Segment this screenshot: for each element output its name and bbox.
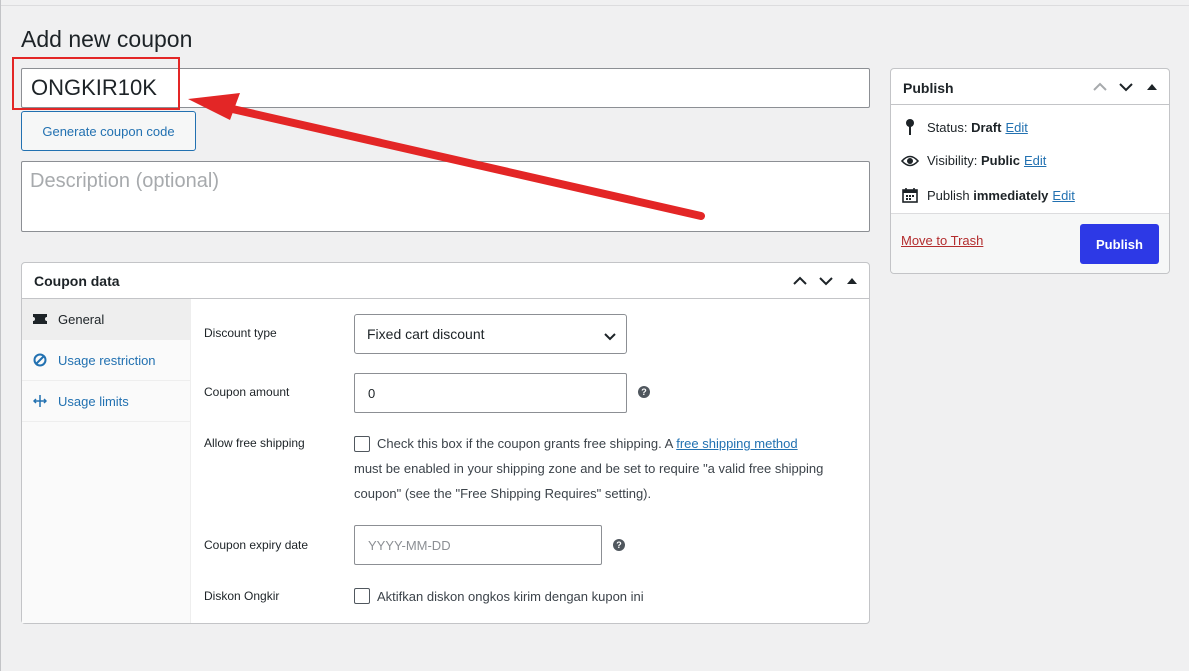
tab-usage-restriction[interactable]: Usage restriction [22, 340, 190, 381]
schedule-label: Publish [927, 187, 970, 203]
diskon-ongkir-text: Aktifkan diskon ongkos kirim dengan kupo… [377, 589, 644, 604]
move-down-icon[interactable] [1115, 77, 1137, 97]
description-field[interactable] [21, 161, 870, 232]
free-shipping-desc: Check this box if the coupon grants free… [377, 436, 673, 451]
calendar-icon [901, 187, 919, 203]
diskon-ongkir-checkbox[interactable] [354, 588, 370, 604]
coupon-code-input[interactable] [21, 68, 870, 108]
coupon-data-header: Coupon data [22, 263, 869, 299]
move-up-icon[interactable] [1089, 77, 1111, 97]
visibility-label: Visibility: [927, 153, 978, 168]
coupon-amount-label: Coupon amount [204, 385, 290, 399]
status-row: Status: Draft Edit [901, 119, 1028, 135]
chevron-down-icon [604, 328, 616, 344]
edit-schedule-link[interactable]: Edit [1052, 188, 1074, 203]
free-shipping-label: Allow free shipping [204, 436, 305, 450]
collapse-toggle-icon[interactable] [841, 271, 863, 291]
publish-title: Publish [903, 80, 954, 96]
free-shipping-text-1: Check this box if the coupon grants free… [377, 431, 798, 456]
eye-icon [901, 155, 919, 167]
edit-status-link[interactable]: Edit [1005, 120, 1027, 135]
tab-general[interactable]: General [22, 299, 190, 340]
publish-controls [1089, 77, 1163, 97]
tab-label: General [58, 311, 105, 327]
diskon-ongkir-label: Diskon Ongkir [204, 589, 280, 603]
discount-type-select[interactable]: Fixed cart discount [354, 314, 627, 354]
ticket-icon [32, 311, 48, 327]
coupon-data-title: Coupon data [34, 273, 120, 289]
generate-coupon-code-button[interactable]: Generate coupon code [21, 111, 196, 151]
publish-actions: Move to Trash Publish [891, 213, 1169, 273]
edit-visibility-link[interactable]: Edit [1024, 153, 1046, 168]
page-title: Add new coupon [21, 26, 193, 52]
free-shipping-method-link[interactable]: free shipping method [676, 436, 797, 451]
limits-icon [32, 393, 48, 409]
tab-label: Usage restriction [58, 352, 156, 368]
discount-type-label: Discount type [204, 326, 277, 340]
move-up-icon[interactable] [789, 271, 811, 291]
pin-icon [901, 119, 919, 135]
move-down-icon[interactable] [815, 271, 837, 291]
publish-button[interactable]: Publish [1080, 224, 1159, 264]
tab-label: Usage limits [58, 393, 129, 409]
move-to-trash-link[interactable]: Move to Trash [901, 233, 983, 248]
help-icon[interactable]: ? [638, 386, 650, 398]
expiry-date-label: Coupon expiry date [204, 538, 309, 552]
free-shipping-text-3: coupon" (see the "Free Shipping Requires… [354, 486, 652, 501]
ban-icon [32, 352, 48, 368]
free-shipping-checkbox[interactable] [354, 436, 370, 452]
schedule-row: Publish immediately Edit [901, 187, 1075, 203]
expiry-date-input[interactable] [354, 525, 602, 565]
left-edge [0, 0, 1, 671]
status-label: Status: [927, 119, 968, 135]
collapse-toggle-icon[interactable] [1141, 77, 1163, 97]
schedule-value: immediately [973, 187, 1049, 203]
top-divider [0, 5, 1189, 6]
publish-header: Publish [891, 69, 1169, 105]
coupon-data-tabs: General Usage restriction Usage limits [22, 299, 191, 623]
coupon-amount-input[interactable] [354, 373, 627, 413]
panel-controls [789, 271, 863, 291]
visibility-row: Visibility: Public Edit [901, 153, 1046, 168]
status-value: Draft [971, 119, 1002, 135]
publish-box: Publish Status: Draft Edit Visibility: P… [890, 68, 1170, 274]
visibility-value: Public [980, 153, 1020, 168]
free-shipping-text-2: must be enabled in your shipping zone an… [354, 461, 824, 476]
discount-type-value: Fixed cart discount [367, 326, 485, 342]
help-icon[interactable]: ? [613, 539, 625, 551]
tab-usage-limits[interactable]: Usage limits [22, 381, 190, 422]
coupon-data-panel: Coupon data General Usage restriction Us… [21, 262, 870, 624]
